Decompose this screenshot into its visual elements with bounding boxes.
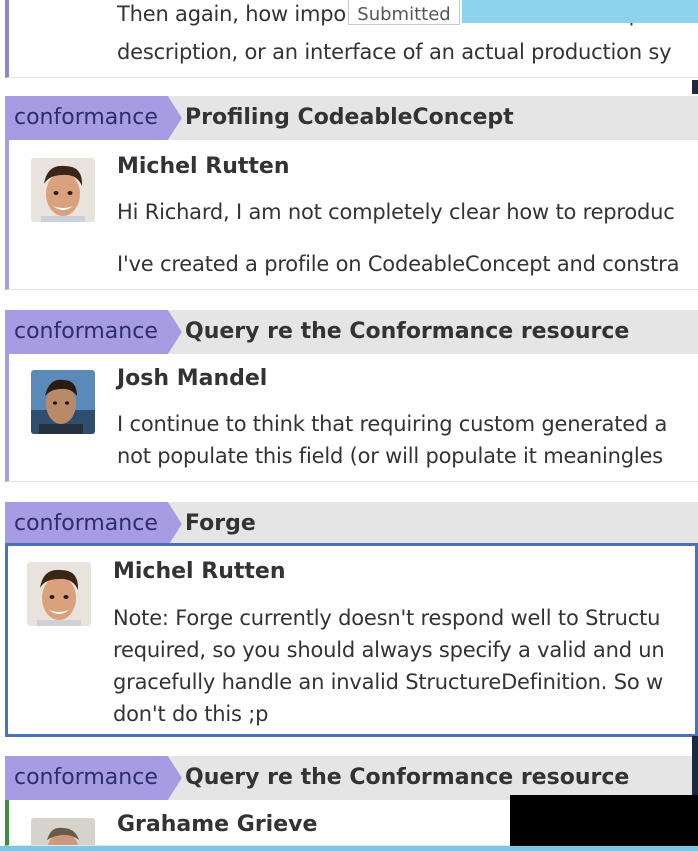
- avatar[interactable]: [31, 818, 95, 845]
- edge-artifact: [692, 80, 698, 94]
- sender-name[interactable]: Grahame Grieve: [117, 812, 317, 837]
- dark-overlay: [510, 795, 698, 846]
- avatar[interactable]: [31, 158, 95, 222]
- overlay-strip: [462, 0, 698, 23]
- topic-label[interactable]: Profiling CodeableConcept: [185, 96, 514, 140]
- message-row-selected[interactable]: Michel Rutten Note: Forge currently does…: [5, 543, 698, 737]
- topic-header[interactable]: conformance Forge: [5, 502, 698, 546]
- topic-header[interactable]: conformance Profiling CodeableConcept: [5, 96, 698, 140]
- submitted-tab[interactable]: Submitted: [348, 0, 460, 25]
- message-row[interactable]: Josh Mandel I continue to think that req…: [5, 354, 698, 482]
- topic-label[interactable]: Query re the Conformance resource: [185, 310, 629, 354]
- stream-label[interactable]: conformance: [5, 96, 182, 140]
- sender-name[interactable]: Michel Rutten: [117, 154, 289, 179]
- message-line: don't do this ;p: [113, 702, 269, 726]
- message-line: not populate this field (or will populat…: [117, 444, 663, 468]
- message-line: required, so you should always specify a…: [113, 638, 665, 662]
- message-line: gracefully handle an invalid StructureDe…: [113, 670, 663, 694]
- message-line: I've created a profile on CodeableConcep…: [117, 252, 680, 276]
- edge-artifact: [692, 736, 698, 796]
- bottom-strip: [0, 846, 698, 851]
- message-row[interactable]: Michel Rutten Hi Richard, I am not compl…: [5, 140, 698, 290]
- avatar[interactable]: [27, 562, 91, 626]
- stream-label[interactable]: conformance: [5, 502, 182, 546]
- message-line: Note: Forge currently doesn't respond we…: [113, 606, 661, 630]
- sender-name[interactable]: Josh Mandel: [117, 366, 267, 391]
- message-line: description, or an interface of an actua…: [117, 40, 672, 64]
- sender-name[interactable]: Michel Rutten: [113, 559, 285, 584]
- message-line: I continue to think that requiring custo…: [117, 412, 668, 436]
- topic-label[interactable]: Query re the Conformance resource: [185, 756, 629, 800]
- stream-label[interactable]: conformance: [5, 756, 182, 800]
- topic-label[interactable]: Forge: [185, 502, 256, 546]
- topic-header[interactable]: conformance Query re the Conformance res…: [5, 756, 698, 800]
- avatar[interactable]: [31, 370, 95, 434]
- message-line: Hi Richard, I am not completely clear ho…: [117, 200, 675, 224]
- stream-label[interactable]: conformance: [5, 310, 182, 354]
- topic-header[interactable]: conformance Query re the Conformance res…: [5, 310, 698, 354]
